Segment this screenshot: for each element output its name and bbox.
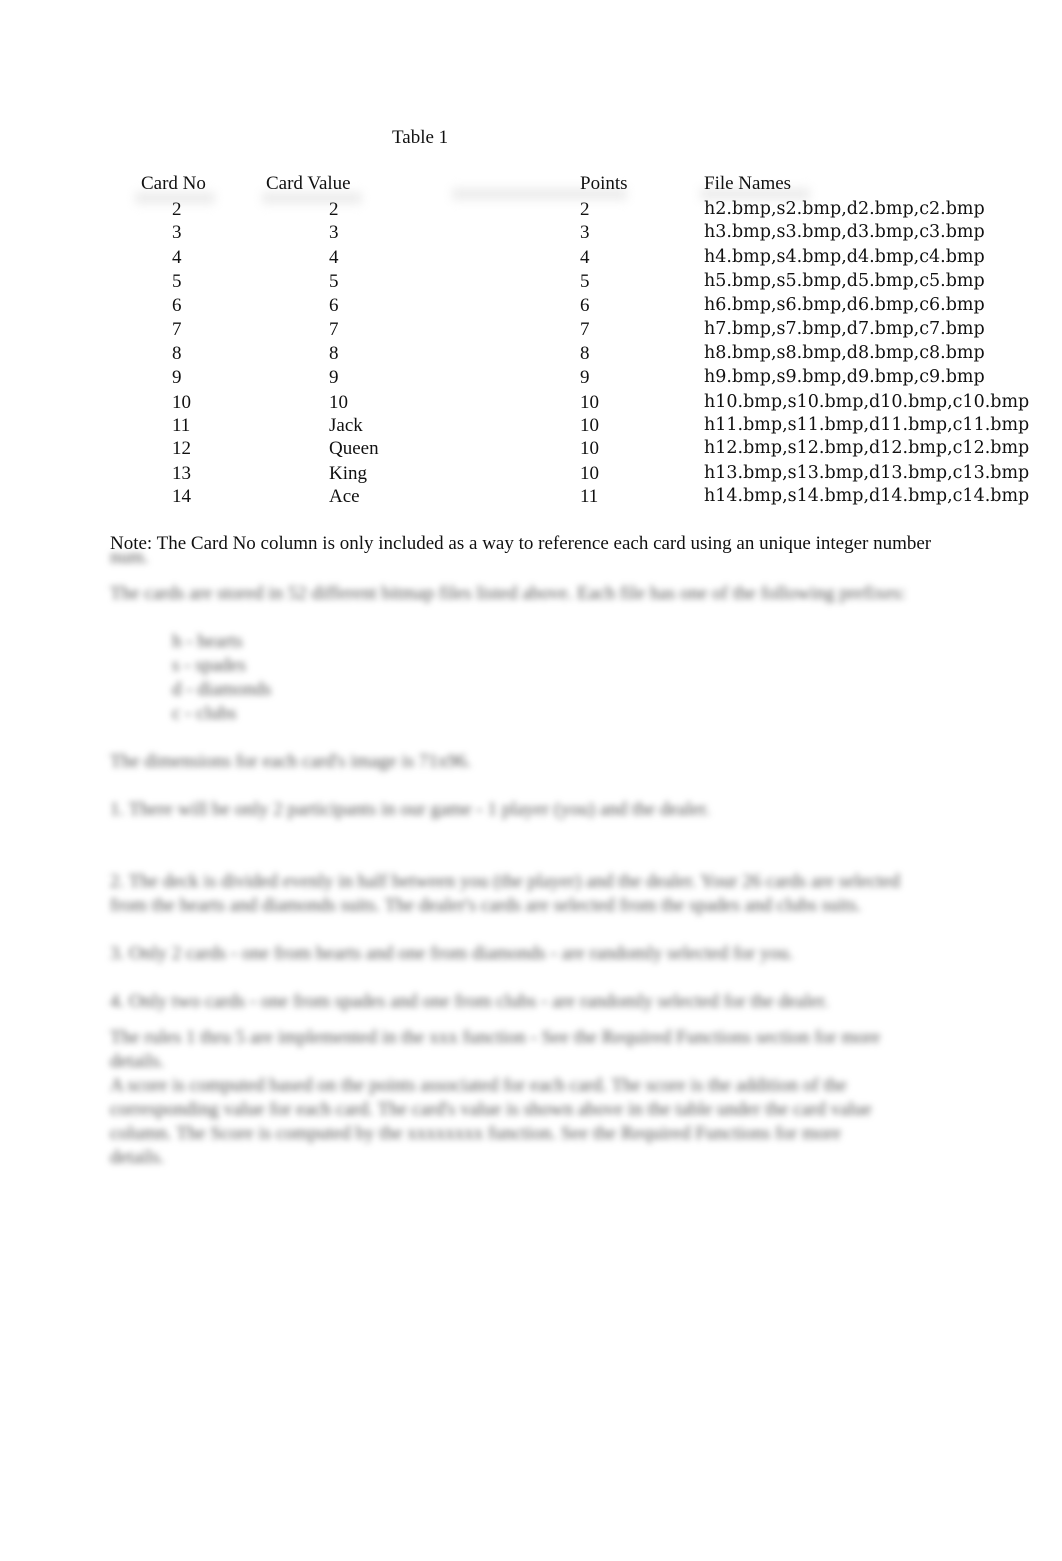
blurred-paragraph: corresponding value for each card. The c…	[110, 1099, 872, 1120]
card-no-cell: 3	[172, 222, 182, 243]
card-no-cell: 13	[172, 463, 191, 484]
column-header-card-value: Card Value	[266, 173, 351, 194]
points-cell: 10	[580, 463, 599, 484]
points-cell: 3	[580, 222, 590, 243]
column-header-points: Points	[580, 173, 628, 194]
card-value-cell: King	[329, 463, 367, 484]
points-cell: 10	[580, 438, 599, 459]
points-cell: 10	[580, 392, 599, 413]
card-value-cell: 3	[329, 222, 339, 243]
blurred-paragraph: The rules 1 thru 5 are implemented in th…	[110, 1027, 881, 1048]
blurred-paragraph: A score is computed based on the points …	[110, 1075, 847, 1096]
blurred-paragraph: 3. Only 2 cards - one from hearts and on…	[110, 943, 794, 964]
card-value-cell: 4	[329, 247, 339, 268]
card-value-cell: 7	[329, 319, 339, 340]
table-row: 14 Ace 11 h14.bmp,s14.bmp,d14.bmp,c14.bmp	[0, 486, 1062, 510]
blurred-paragraph: The cards are stored in 52 different bit…	[110, 583, 906, 604]
note-text: Note: The Card No column is only include…	[110, 533, 932, 554]
table-caption: Table 1	[392, 127, 449, 148]
points-cell: 8	[580, 343, 590, 364]
card-no-cell: 10	[172, 392, 191, 413]
card-value-cell: Jack	[329, 415, 363, 436]
blurred-list-item: s - spades	[172, 655, 246, 676]
blurred-list-item: d - diamonds	[172, 679, 272, 700]
card-value-cell: Queen	[329, 438, 379, 459]
blurred-paragraph: 4. Only two cards - one from spades and …	[110, 991, 829, 1012]
file-names-cell: h2.bmp,s2.bmp,d2.bmp,c2.bmp	[704, 199, 985, 219]
points-cell: 7	[580, 319, 590, 340]
blurred-paragraph: column. The Score is computed by the xxx…	[110, 1123, 842, 1144]
points-cell: 4	[580, 247, 590, 268]
blurred-list-item: c - clubs	[172, 703, 237, 724]
column-header-card-no: Card No	[141, 173, 206, 194]
card-no-cell: 5	[172, 271, 182, 292]
blurred-text: num.	[110, 547, 149, 568]
blurred-list-item: h - hearts	[172, 631, 243, 652]
blurred-paragraph: 2. The deck is divided evenly in half be…	[110, 871, 900, 892]
table-row: 9 9 9 h9.bmp,s9.bmp,d9.bmp,c9.bmp	[0, 367, 1062, 391]
card-value-cell: 8	[329, 343, 339, 364]
file-names-cell: h6.bmp,s6.bmp,d6.bmp,c6.bmp	[704, 295, 985, 315]
card-no-cell: 4	[172, 247, 182, 268]
table-row: 6 6 6 h6.bmp,s6.bmp,d6.bmp,c6.bmp	[0, 295, 1062, 319]
file-names-cell: h8.bmp,s8.bmp,d8.bmp,c8.bmp	[704, 343, 985, 363]
table-row: 4 4 4 h4.bmp,s4.bmp,d4.bmp,c4.bmp	[0, 247, 1062, 271]
table-row: 7 7 7 h7.bmp,s7.bmp,d7.bmp,c7.bmp	[0, 319, 1062, 343]
blurred-paragraph: 1. There will be only 2 participants in …	[110, 799, 711, 820]
file-names-cell: h5.bmp,s5.bmp,d5.bmp,c5.bmp	[704, 271, 985, 291]
file-names-cell: h13.bmp,s13.bmp,d13.bmp,c13.bmp	[704, 463, 1030, 483]
points-cell: 10	[580, 415, 599, 436]
card-value-cell: 10	[329, 392, 348, 413]
file-names-cell: h10.bmp,s10.bmp,d10.bmp,c10.bmp	[704, 392, 1030, 412]
file-names-cell: h7.bmp,s7.bmp,d7.bmp,c7.bmp	[704, 319, 985, 339]
card-no-cell: 11	[172, 415, 191, 436]
card-value-cell: 2	[329, 199, 339, 220]
card-no-cell: 2	[172, 199, 182, 220]
points-cell: 2	[580, 199, 590, 220]
card-no-cell: 6	[172, 295, 182, 316]
card-no-cell: 12	[172, 438, 191, 459]
blurred-paragraph: details.	[110, 1051, 165, 1072]
blurred-paragraph: The dimensions for each card's image is …	[110, 751, 472, 772]
file-names-cell: h3.bmp,s3.bmp,d3.bmp,c3.bmp	[704, 222, 985, 242]
points-cell: 5	[580, 271, 590, 292]
card-no-cell: 8	[172, 343, 182, 364]
file-names-cell: h4.bmp,s4.bmp,d4.bmp,c4.bmp	[704, 247, 985, 267]
card-value-cell: 9	[329, 367, 339, 388]
points-cell: 9	[580, 367, 590, 388]
table-row: 12 Queen 10 h12.bmp,s12.bmp,d12.bmp,c12.bmp	[0, 438, 1062, 462]
column-header-file-names: File Names	[704, 173, 792, 194]
card-value-cell: Ace	[329, 486, 360, 507]
table-row: 3 3 3 h3.bmp,s3.bmp,d3.bmp,c3.bmp	[0, 222, 1062, 246]
card-value-cell: 6	[329, 295, 339, 316]
file-names-cell: h14.bmp,s14.bmp,d14.bmp,c14.bmp	[704, 486, 1030, 506]
blurred-paragraph: details.	[110, 1147, 165, 1168]
table-row: 8 8 8 h8.bmp,s8.bmp,d8.bmp,c8.bmp	[0, 343, 1062, 367]
table-row: 10 10 10 h10.bmp,s10.bmp,d10.bmp,c10.bmp	[0, 392, 1062, 416]
card-no-cell: 9	[172, 367, 182, 388]
table-row: 5 5 5 h5.bmp,s5.bmp,d5.bmp,c5.bmp	[0, 271, 1062, 295]
file-names-cell: h9.bmp,s9.bmp,d9.bmp,c9.bmp	[704, 367, 985, 387]
points-cell: 6	[580, 295, 590, 316]
table-row: 2 2 2 h2.bmp,s2.bmp,d2.bmp,c2.bmp	[0, 199, 1062, 223]
blurred-paragraph: from the hearts and diamonds suits. The …	[110, 895, 862, 916]
table-row: 11 Jack 10 h11.bmp,s11.bmp,d11.bmp,c11.bmp	[0, 415, 1062, 439]
points-cell: 11	[580, 486, 599, 507]
file-names-cell: h12.bmp,s12.bmp,d12.bmp,c12.bmp	[704, 438, 1030, 458]
file-names-cell: h11.bmp,s11.bmp,d11.bmp,c11.bmp	[704, 415, 1030, 435]
card-no-cell: 7	[172, 319, 182, 340]
card-value-cell: 5	[329, 271, 339, 292]
table-row: 13 King 10 h13.bmp,s13.bmp,d13.bmp,c13.bmp	[0, 463, 1062, 487]
card-no-cell: 14	[172, 486, 191, 507]
